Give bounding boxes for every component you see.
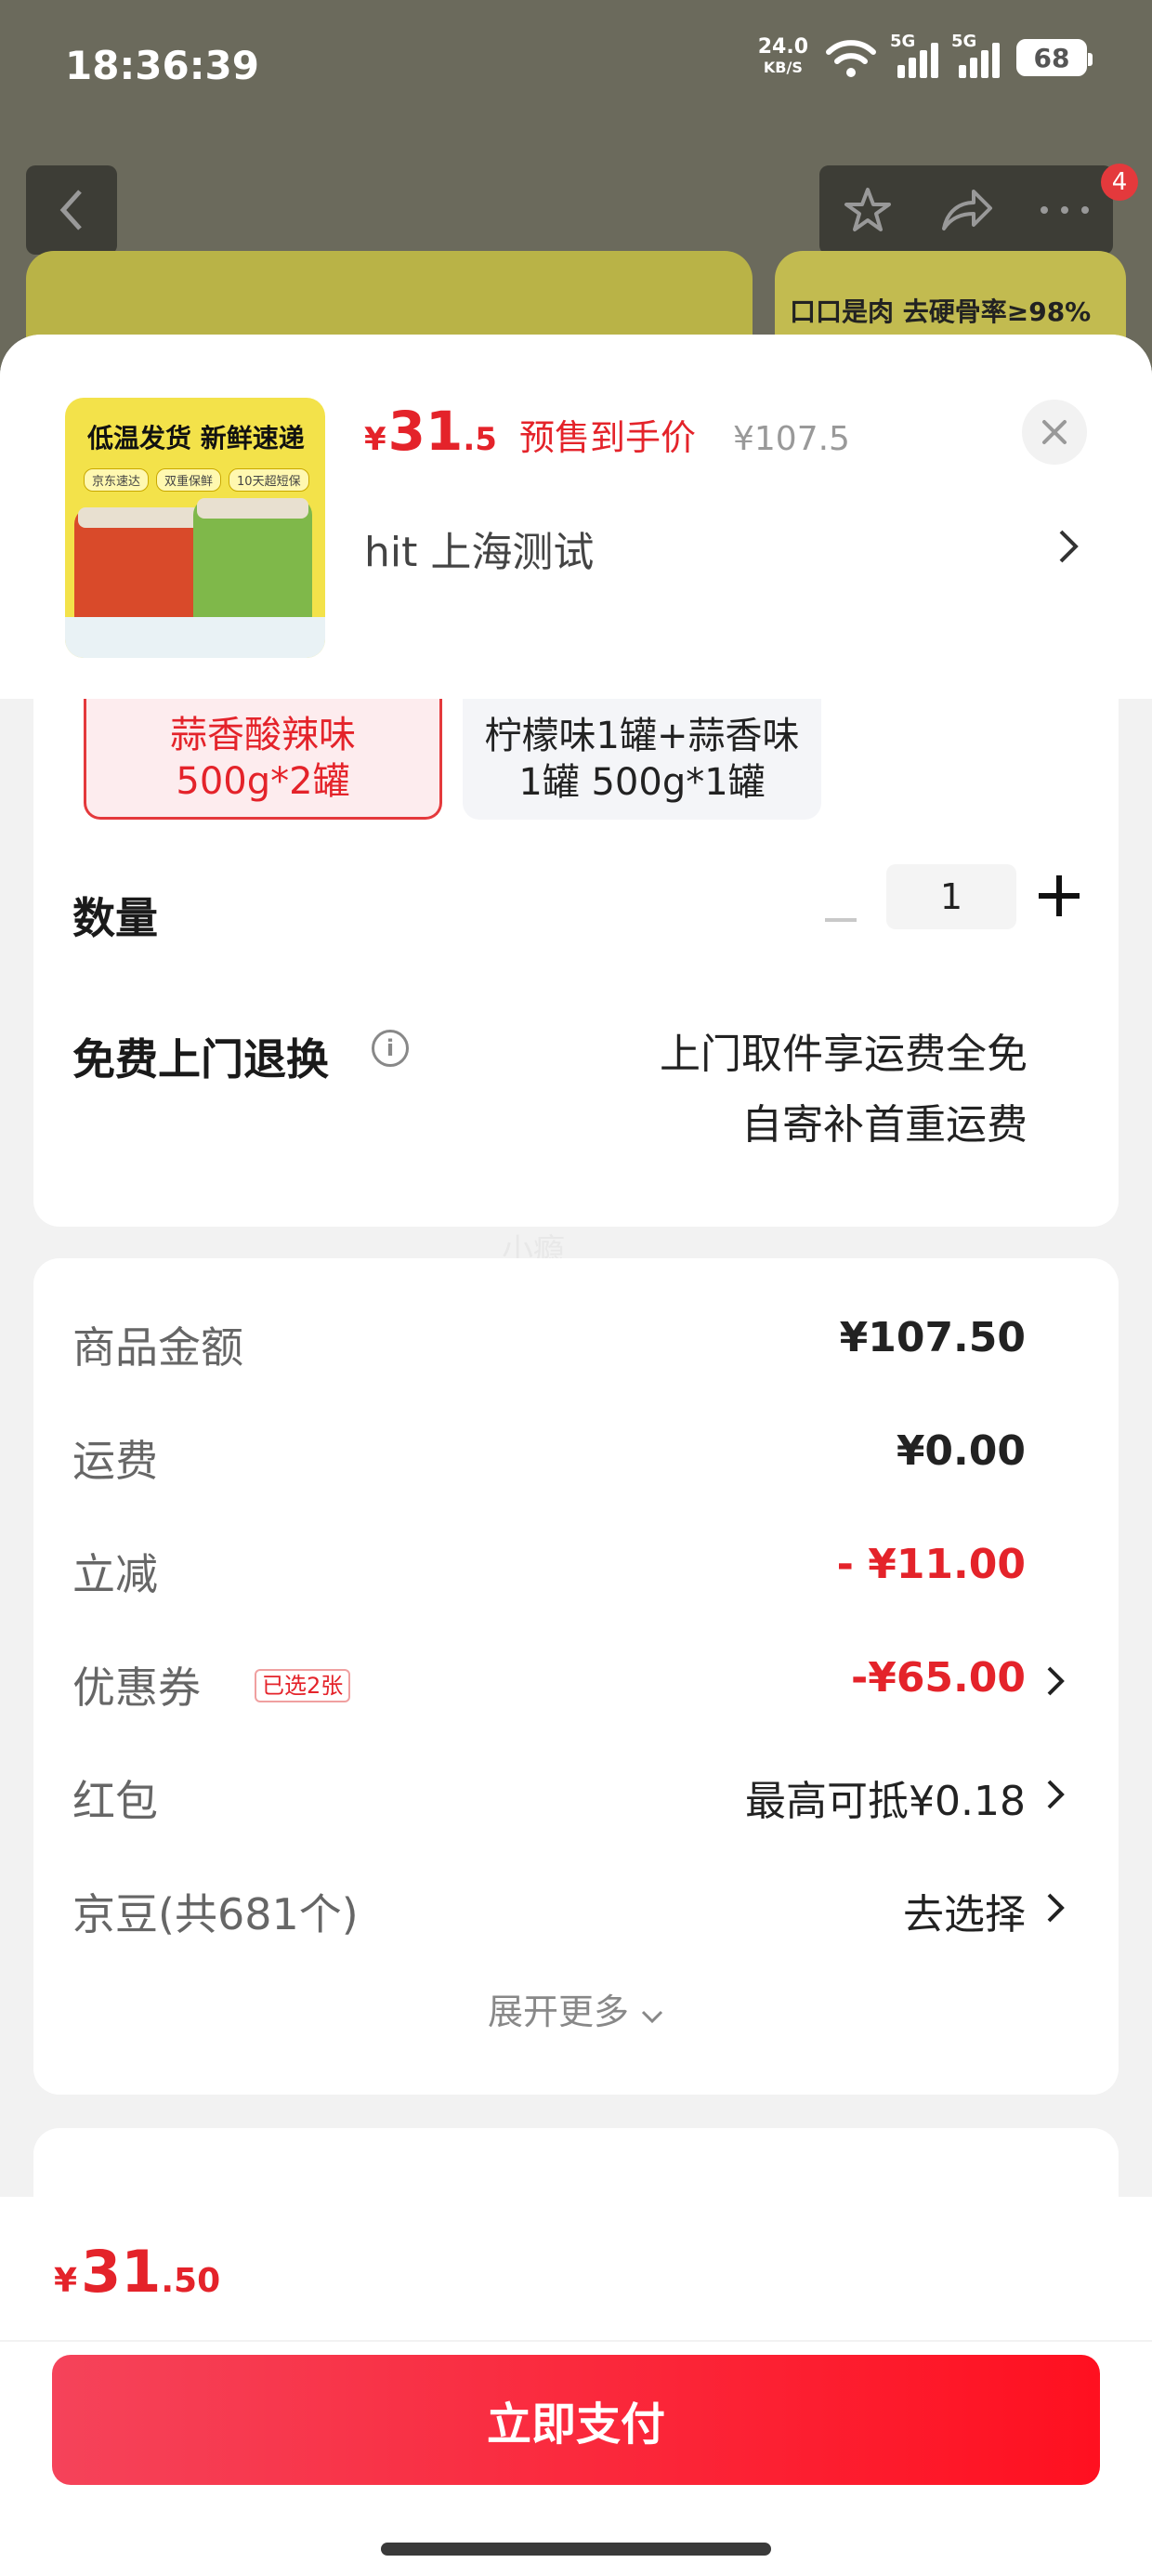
chevron-right-icon [1047, 1666, 1065, 1696]
chevron-right-icon [1047, 1893, 1065, 1923]
footer-divider [0, 2340, 1152, 2342]
share-icon[interactable] [938, 184, 994, 236]
fee-value: - ¥11.00 [836, 1541, 1026, 1588]
chevron-down-icon [641, 2010, 663, 2024]
chevron-right-icon [1047, 1780, 1065, 1809]
sim1-label: 5G [890, 32, 916, 51]
increment-button[interactable] [1039, 875, 1080, 916]
return-service-line2: 自寄补首重运费 [741, 1101, 1028, 1149]
price-currency: ¥ [364, 421, 386, 458]
fee-value: -¥65.00 [850, 1654, 1026, 1702]
product-thumbnail: 低温发货 新鲜速递 京东速达 双重保鲜 10天超短保 [65, 398, 325, 658]
product-image-title: 低温发货 新鲜速递 [87, 423, 305, 453]
presale-label: 预售到手价 [518, 417, 696, 458]
expand-more-button[interactable]: 展开更多 [33, 1983, 1119, 2034]
fee-value: ¥107.50 [839, 1314, 1026, 1361]
option-chip-selected[interactable]: 蒜香酸辣味 500g*2罐 [84, 699, 442, 820]
ice-image [65, 617, 325, 658]
total-price-decimal: .50 [161, 2262, 221, 2300]
status-icons: 24.0 KB/S 5G 5G 68 [758, 32, 1093, 78]
return-service-line1: 上门取件享运费全免 [660, 1031, 1028, 1078]
network-speed-value: 24.0 [757, 35, 808, 59]
return-service-label: 免费上门退换 [72, 1034, 329, 1084]
product-image-tags: 京东速达 双重保鲜 10天超短保 [84, 468, 309, 492]
notification-badge: 4 [1101, 164, 1138, 201]
quantity-label: 数量 [72, 893, 158, 943]
star-icon[interactable] [842, 184, 894, 236]
price-integer: 31 [387, 400, 464, 463]
spec-card: 蒜香酸辣味 500g*2罐 柠檬味1罐+蒜香味 1罐 500g*1罐 数量 1 … [33, 699, 1119, 1227]
price-decimal: .5 [463, 421, 497, 458]
top-action-bar [819, 165, 1113, 255]
fee-label: 红包 [72, 1776, 158, 1826]
fee-value: 最高可抵¥0.18 [745, 1778, 1026, 1825]
jar-green-image [193, 498, 312, 636]
wifi-icon [826, 40, 876, 77]
background-banner-text: 口口是肉 去硬骨率≥98% [790, 296, 1092, 327]
fee-label: 京豆(共681个) [72, 1889, 359, 1939]
delivery-address[interactable]: hit 上海测试 [364, 519, 594, 578]
total-price: ¥ 31 .50 [54, 2238, 220, 2306]
signal-icon-sim1: 5G [890, 32, 938, 78]
home-indicator[interactable] [381, 2543, 771, 2556]
status-time: 18:36:39 [65, 43, 259, 88]
checkout-footer: ¥ 31 .50 立即支付 [0, 2197, 1152, 2576]
product-image-tag: 京东速达 [84, 468, 150, 492]
fee-label: 立减 [72, 1549, 158, 1599]
network-speed-unit: KB/S [763, 59, 803, 76]
battery-icon: 68 [1016, 39, 1093, 76]
back-button[interactable] [26, 165, 117, 255]
fee-row-goods: 商品金额 ¥107.50 [72, 1314, 1113, 1379]
total-price-currency: ¥ [54, 2262, 78, 2300]
fee-value: ¥0.00 [896, 1427, 1026, 1475]
fee-row-coupon[interactable]: 优惠券 已选2张 -¥65.00 [72, 1654, 1113, 1719]
battery-level: 68 [1033, 42, 1070, 73]
fee-label: 运费 [72, 1436, 158, 1486]
option-label-line2: 500g*2罐 [176, 759, 350, 803]
chevron-left-icon [59, 190, 82, 230]
option-label-line2: 1罐 500g*1罐 [518, 761, 766, 804]
pay-now-button[interactable]: 立即支付 [52, 2355, 1100, 2485]
expand-more-label: 展开更多 [487, 1991, 629, 2032]
fee-row-shipping: 运费 ¥0.00 [72, 1427, 1113, 1492]
fee-row-redpacket[interactable]: 红包 最高可抵¥0.18 [72, 1768, 1113, 1833]
total-price-integer: 31 [81, 2238, 162, 2306]
coupon-selected-tag: 已选2张 [255, 1669, 351, 1702]
close-button[interactable] [1022, 400, 1087, 465]
quantity-input[interactable]: 1 [886, 864, 1016, 929]
product-image-tag: 双重保鲜 [156, 468, 222, 492]
fee-card: 商品金额 ¥107.50 运费 ¥0.00 立减 - ¥11.00 优惠券 已选… [33, 1258, 1119, 2095]
close-icon [1042, 420, 1067, 444]
original-price: ¥107.5 [732, 420, 850, 458]
info-icon[interactable]: i [372, 1030, 409, 1067]
fee-row-discount: 立减 - ¥11.00 [72, 1541, 1113, 1606]
signal-icon-sim2: 5G [951, 32, 1000, 78]
status-bar: 18:36:39 24.0 KB/S 5G 5G 68 [0, 0, 1152, 139]
fee-value: 去选择 [903, 1891, 1026, 1939]
chevron-right-icon[interactable] [1057, 528, 1080, 565]
product-image-tag: 10天超短保 [229, 468, 309, 492]
sim2-label: 5G [951, 32, 977, 51]
fee-label: 优惠券 [72, 1663, 201, 1713]
network-speed: 24.0 KB/S [758, 37, 808, 78]
option-label-line1: 柠檬味1罐+蒜香味 [484, 715, 800, 757]
product-header: 低温发货 新鲜速递 京东速达 双重保鲜 10天超短保 ¥ 31 .5 预售到手价… [0, 335, 1152, 699]
more-icon[interactable] [1039, 204, 1091, 216]
fee-label: 商品金额 [72, 1322, 243, 1373]
price-row: ¥ 31 .5 预售到手价 ¥107.5 [364, 400, 850, 463]
fee-row-jingdou[interactable]: 京豆(共681个) 去选择 [72, 1881, 1113, 1946]
decrement-button[interactable] [825, 918, 857, 922]
option-label-line1: 蒜香酸辣味 [170, 713, 356, 756]
option-chip[interactable]: 柠檬味1罐+蒜香味 1罐 500g*1罐 [463, 699, 821, 820]
